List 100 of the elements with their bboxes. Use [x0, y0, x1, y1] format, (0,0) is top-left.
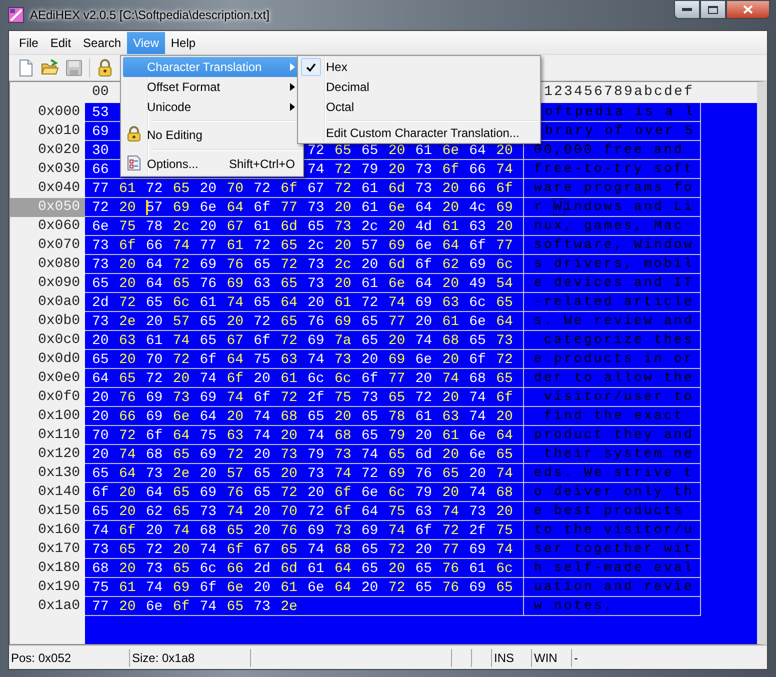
offset-label[interactable]: 0x080	[10, 255, 85, 274]
open-folder-icon[interactable]	[41, 58, 59, 76]
hex-byte[interactable]: 20	[254, 450, 271, 461]
hex-byte[interactable]: 76	[118, 393, 136, 404]
menu-item[interactable]: No Editing	[123, 124, 301, 146]
hex-byte[interactable]: 69	[388, 355, 406, 366]
maximize-button[interactable]	[700, 0, 726, 19]
hex-byte[interactable]: 74	[415, 336, 432, 347]
hex-byte[interactable]: 65	[361, 336, 378, 347]
hex-byte[interactable]: 77	[388, 374, 406, 385]
hex-byte[interactable]: 20	[415, 431, 432, 442]
hex-byte[interactable]: 77	[200, 241, 217, 252]
hex-byte[interactable]: 20	[442, 203, 460, 214]
offset-label[interactable]: 0x020	[10, 141, 85, 160]
hex-byte[interactable]: 2e	[172, 469, 190, 480]
hex-byte[interactable]: 73	[469, 507, 486, 518]
offset-label[interactable]: 0x160	[10, 521, 85, 540]
hex-byte[interactable]: 4d	[415, 222, 432, 233]
hex-byte[interactable]: 66	[92, 165, 109, 176]
hex-byte[interactable]: 20	[442, 393, 460, 404]
hex-byte[interactable]: 69	[200, 393, 217, 404]
hex-byte[interactable]: 66	[118, 412, 136, 423]
hex-byte[interactable]: 20	[442, 184, 460, 195]
offset-label[interactable]: 0x140	[10, 483, 85, 502]
hex-byte[interactable]: 6f	[172, 602, 190, 613]
hex-byte[interactable]: 20	[254, 507, 271, 518]
hex-byte[interactable]: 61	[308, 564, 324, 575]
hex-byte[interactable]: 64	[415, 279, 432, 290]
hex-byte[interactable]: 73	[280, 450, 298, 461]
hex-byte[interactable]: 74	[226, 507, 244, 518]
hex-byte[interactable]: 69	[334, 317, 352, 328]
hex-byte[interactable]: 73	[361, 393, 378, 404]
hex-byte[interactable]: 2c	[308, 241, 324, 252]
hex-byte[interactable]: 6f	[334, 488, 352, 499]
hex-byte[interactable]: 65	[496, 298, 514, 309]
hex-byte[interactable]: 69	[469, 583, 486, 594]
hex-byte[interactable]: 69	[469, 260, 486, 271]
menu-item[interactable]: Octal	[300, 97, 538, 117]
hex-byte[interactable]: 72	[172, 355, 190, 366]
hex-byte[interactable]: 57	[361, 241, 378, 252]
hex-byte[interactable]: 6e	[469, 450, 486, 461]
hex-byte[interactable]: 20	[172, 374, 190, 385]
hex-byte[interactable]: 72	[146, 374, 163, 385]
hex-byte[interactable]: 20	[280, 469, 298, 480]
hex-byte[interactable]: 20	[334, 241, 352, 252]
hex-byte[interactable]: 72	[388, 583, 406, 594]
hex-byte[interactable]: 73	[92, 317, 109, 328]
hex-byte[interactable]: 2c	[361, 222, 378, 233]
hex-byte[interactable]: 66	[146, 241, 163, 252]
hex-byte[interactable]: 6e	[415, 355, 432, 366]
hex-byte[interactable]: 76	[226, 488, 244, 499]
hex-byte[interactable]: 68	[280, 412, 298, 423]
hex-byte[interactable]: 2d	[92, 298, 109, 309]
hex-byte[interactable]: 2c	[334, 260, 352, 271]
hex-byte[interactable]: 65	[280, 545, 298, 556]
hex-byte[interactable]: 57	[226, 469, 244, 480]
hex-byte[interactable]: 73	[308, 203, 324, 214]
hex-byte[interactable]: 72	[172, 260, 190, 271]
hex-byte[interactable]: 6e	[308, 583, 324, 594]
hex-byte[interactable]: 20	[334, 279, 352, 290]
hex-byte[interactable]: 2d	[254, 564, 271, 575]
hex-byte[interactable]: 75	[496, 526, 514, 537]
hex-byte[interactable]: 4c	[469, 203, 486, 214]
hex-byte[interactable]: 74	[200, 374, 217, 385]
hex-byte[interactable]: 63	[415, 507, 432, 518]
offset-label[interactable]: 0x120	[10, 445, 85, 464]
hex-byte[interactable]: 63	[254, 279, 271, 290]
hex-byte[interactable]: 74	[226, 298, 244, 309]
hex-byte[interactable]: 65	[361, 431, 378, 442]
offset-label[interactable]: 0x0f0	[10, 388, 85, 407]
hex-byte[interactable]: 74	[200, 602, 217, 613]
hex-byte[interactable]: 20	[361, 583, 378, 594]
offset-label[interactable]: 0x130	[10, 464, 85, 483]
hex-byte[interactable]: 65	[226, 526, 244, 537]
menu-item[interactable]: Edit	[44, 32, 78, 54]
hex-byte[interactable]: 65	[361, 146, 378, 157]
hex-byte[interactable]: 72	[442, 526, 460, 537]
offset-label[interactable]: 0x000	[10, 103, 85, 122]
hex-byte[interactable]: 64	[226, 355, 244, 366]
hex-byte[interactable]: 72	[226, 450, 244, 461]
hex-byte[interactable]: 20	[415, 317, 432, 328]
hex-byte[interactable]: 20	[388, 336, 406, 347]
menu-item[interactable]: Unicode	[123, 97, 301, 117]
hex-byte[interactable]: 74	[172, 336, 190, 347]
hex-byte[interactable]: 7a	[334, 336, 352, 347]
hex-byte[interactable]: 74	[118, 450, 136, 461]
hex-byte[interactable]: 72	[334, 165, 352, 176]
offset-label[interactable]: 0x100	[10, 407, 85, 426]
hex-byte[interactable]: 6d	[280, 222, 298, 233]
hex-byte[interactable]: 65	[254, 488, 271, 499]
hex-byte[interactable]: 65	[254, 298, 271, 309]
hex-byte[interactable]: 72	[146, 184, 163, 195]
hex-byte[interactable]: 74	[146, 583, 163, 594]
hex-byte[interactable]: 6f	[469, 355, 486, 366]
menu-item[interactable]: Options... Shift+Ctrl+O	[123, 153, 301, 175]
hex-byte[interactable]: 72	[280, 488, 298, 499]
hex-byte[interactable]: 6d	[280, 564, 298, 575]
hex-byte[interactable]: 69	[496, 203, 514, 214]
hex-byte[interactable]: 73	[415, 165, 432, 176]
hex-byte[interactable]: 30	[92, 146, 109, 157]
